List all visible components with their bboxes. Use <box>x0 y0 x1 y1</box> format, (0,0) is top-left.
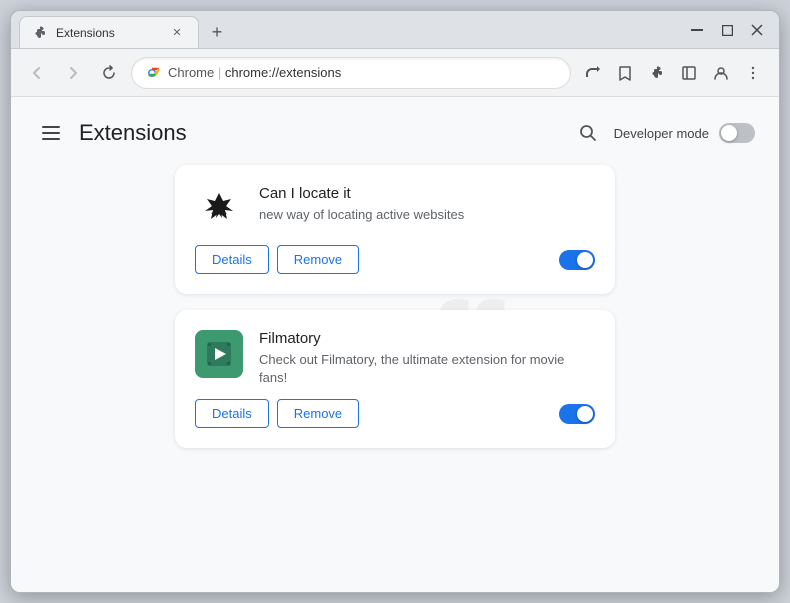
menu-button[interactable] <box>739 59 767 87</box>
bookmark-button[interactable] <box>611 59 639 87</box>
extension-icon-1 <box>195 330 243 378</box>
tab-close-button[interactable]: ✕ <box>168 24 186 42</box>
extension-info-1: Filmatory Check out Filmatory, the ultim… <box>259 330 595 387</box>
extension-buttons-1: Details Remove <box>195 399 359 428</box>
extension-details-button-1[interactable]: Details <box>195 399 269 428</box>
extension-toggle-0[interactable] <box>559 250 595 270</box>
address-brand: Chrome | chrome://extensions <box>168 65 558 80</box>
developer-mode-label: Developer mode <box>614 126 709 141</box>
extension-remove-button-0[interactable]: Remove <box>277 245 359 274</box>
extension-remove-button-1[interactable]: Remove <box>277 399 359 428</box>
extension-buttons-0: Details Remove <box>195 245 359 274</box>
browser-window: Extensions ✕ + <box>10 10 780 593</box>
extensions-list: Can I locate it new way of locating acti… <box>11 165 779 472</box>
extension-name-0: Can I locate it <box>259 185 595 202</box>
extension-desc-1: Check out Filmatory, the ultimate extens… <box>259 351 595 387</box>
extensions-tab[interactable]: Extensions ✕ <box>19 16 199 48</box>
extension-name-1: Filmatory <box>259 330 595 347</box>
reload-button[interactable] <box>95 59 123 87</box>
address-input[interactable]: Chrome | chrome://extensions <box>131 57 571 89</box>
extensions-header: Extensions Developer mode <box>11 97 779 165</box>
extension-top-0: Can I locate it new way of locating acti… <box>195 185 595 233</box>
back-button[interactable] <box>23 59 51 87</box>
tab-title: Extensions <box>56 26 160 40</box>
sidebar-toggle-button[interactable] <box>675 59 703 87</box>
share-button[interactable] <box>579 59 607 87</box>
tabs-row: Extensions ✕ + <box>19 11 231 48</box>
extension-card-1: Filmatory Check out Filmatory, the ultim… <box>175 310 615 448</box>
extensions-puzzle-button[interactable] <box>643 59 671 87</box>
title-bar: Extensions ✕ + <box>11 11 779 49</box>
extension-desc-0: new way of locating active websites <box>259 206 595 224</box>
developer-mode-toggle[interactable] <box>719 123 755 143</box>
hamburger-menu-button[interactable] <box>35 117 67 149</box>
search-button[interactable] <box>572 117 604 149</box>
forward-button[interactable] <box>59 59 87 87</box>
profile-button[interactable] <box>707 59 735 87</box>
new-tab-button[interactable]: + <box>203 18 231 46</box>
extension-bottom-0: Details Remove <box>195 245 595 274</box>
page-content: ggff Extensions Developer mode <box>11 97 779 592</box>
window-controls <box>683 19 771 41</box>
extension-bottom-1: Details Remove <box>195 399 595 428</box>
close-button[interactable] <box>743 19 771 41</box>
chrome-icon <box>144 65 160 81</box>
tab-favicon <box>32 25 48 41</box>
header-right: Developer mode <box>572 117 755 149</box>
extension-top-1: Filmatory Check out Filmatory, the ultim… <box>195 330 595 387</box>
minimize-button[interactable] <box>683 19 711 41</box>
extension-details-button-0[interactable]: Details <box>195 245 269 274</box>
address-actions <box>579 59 767 87</box>
extension-icon-0 <box>195 185 243 233</box>
extension-info-0: Can I locate it new way of locating acti… <box>259 185 595 224</box>
extension-toggle-1[interactable] <box>559 404 595 424</box>
header-left: Extensions <box>35 117 187 149</box>
maximize-button[interactable] <box>713 19 741 41</box>
extension-card-0: Can I locate it new way of locating acti… <box>175 165 615 294</box>
page-title: Extensions <box>79 120 187 146</box>
address-bar: Chrome | chrome://extensions <box>11 49 779 97</box>
